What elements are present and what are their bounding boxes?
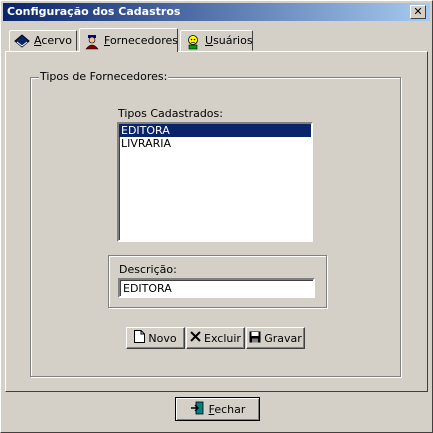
description-field[interactable]: EDITORA xyxy=(118,278,315,298)
list-item[interactable]: EDITORA xyxy=(119,124,311,137)
supplier-person-icon xyxy=(84,34,100,49)
new-document-icon xyxy=(134,330,146,346)
list-item[interactable]: LIVRARIA xyxy=(119,137,311,150)
close-button[interactable]: ✕ xyxy=(410,5,426,19)
list-label: Tipos Cadastrados: xyxy=(118,107,223,120)
novo-label: Novo xyxy=(148,331,177,345)
users-icon xyxy=(185,34,201,49)
exit-door-icon xyxy=(190,401,204,418)
group-label: Tipos de Fornecedores: xyxy=(39,70,169,83)
gravar-label: Gravar xyxy=(264,331,302,345)
fechar-button[interactable]: Fechar xyxy=(175,397,260,421)
save-disk-icon xyxy=(249,331,261,346)
window-title: Configuração dos Cadastros xyxy=(7,5,181,18)
excluir-button[interactable]: Excluir xyxy=(186,327,245,349)
tipos-listbox[interactable]: EDITORA LIVRARIA xyxy=(117,122,313,242)
tab-usuarios[interactable]: Usuários xyxy=(180,30,253,51)
description-label: Descrição: xyxy=(119,263,177,276)
tab-fornecedores[interactable]: Fornecedores xyxy=(79,28,178,52)
close-icon: ✕ xyxy=(413,5,423,18)
delete-x-icon xyxy=(190,331,201,345)
config-window: Configuração dos Cadastros ✕ Acervo Forn… xyxy=(0,0,433,433)
excluir-label: Excluir xyxy=(204,331,241,345)
title-bar[interactable]: Configuração dos Cadastros ✕ xyxy=(3,3,430,21)
gravar-button[interactable]: Gravar xyxy=(246,327,305,349)
book-icon xyxy=(14,33,30,48)
novo-button[interactable]: Novo xyxy=(126,327,185,349)
tab-acervo[interactable]: Acervo xyxy=(9,30,77,51)
